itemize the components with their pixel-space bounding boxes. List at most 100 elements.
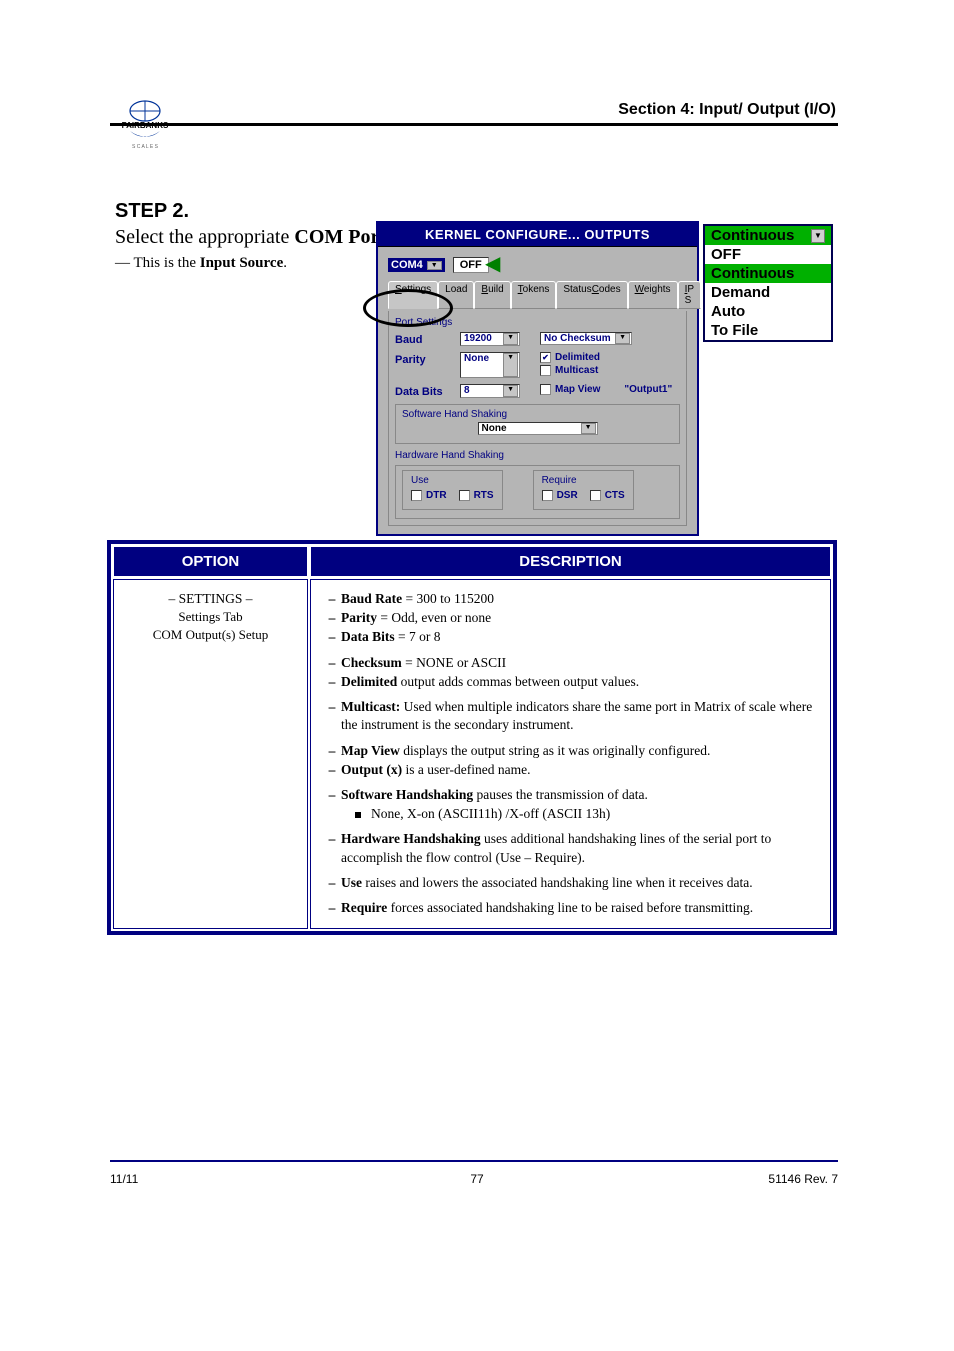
desc-row: –Hardware Handshaking uses additional ha… [323, 830, 818, 866]
desc-row: –Map View displays the output string as … [323, 742, 818, 760]
dropdown-item-continuous[interactable]: Continuous [705, 264, 831, 283]
hardware-handshaking-group: Use DTR RTS Require DSR CTS [395, 465, 680, 519]
com-port-value: COM4 [391, 259, 423, 271]
chevron-down-icon[interactable]: ▼ [427, 261, 442, 270]
desc-row: –Delimited output adds commas between ou… [323, 673, 818, 691]
arrow-icon: ◀ [485, 251, 500, 276]
description-cell: –Baud Rate = 300 to 115200–Parity = Odd,… [310, 579, 831, 929]
chevron-down-icon[interactable]: ▼ [503, 353, 518, 377]
checkbox-icon[interactable] [540, 384, 551, 395]
delimited-row[interactable]: ✔ Delimited [540, 352, 680, 363]
section-title: Section 4: Input/ Output (I/O) [618, 101, 836, 119]
checkbox-icon[interactable] [542, 490, 553, 501]
tab-settings[interactable]: Settings [388, 281, 438, 309]
step-sub-bold: Input Source [200, 255, 284, 271]
baud-select[interactable]: 19200 ▼ [460, 332, 520, 346]
parity-value: None [464, 353, 489, 377]
output-mode-dropdown[interactable]: Continuous ▼ OFF Continuous Demand Auto … [703, 224, 833, 342]
use-label: Use [411, 475, 494, 486]
footer-divider [110, 1160, 838, 1162]
mapview-row[interactable]: Map View "Output1" [540, 384, 680, 395]
option-sub2: COM Output(s) Setup [126, 626, 295, 644]
dropdown-selected-text: Continuous [711, 227, 794, 244]
mapview-label: Map View [555, 384, 600, 395]
desc-row: –Multicast: Used when multiple indicator… [323, 698, 818, 734]
header-divider [110, 123, 838, 126]
desc-row: –Software Handshaking pauses the transmi… [323, 786, 818, 804]
chevron-down-icon[interactable]: ▼ [615, 333, 630, 344]
checksum-select[interactable]: No Checksum ▼ [540, 332, 632, 345]
require-label: Require [542, 475, 625, 486]
desc-row: –Data Bits = 7 or 8 [323, 628, 818, 646]
software-handshaking-select[interactable]: None ▼ [478, 422, 598, 435]
require-group: Require DSR CTS [533, 470, 634, 510]
step-label: STEP 2. [115, 200, 189, 223]
software-handshaking-group: Software Hand Shaking None ▼ [395, 404, 680, 444]
tab-load[interactable]: Load [438, 281, 474, 309]
checkbox-icon[interactable] [540, 365, 551, 376]
mode-value[interactable]: OFF [453, 257, 489, 273]
option-cell: – – SETTINGS –SETTINGS – Settings Tab CO… [113, 579, 308, 929]
delimited-label: Delimited [555, 352, 600, 363]
step-sub-pre: — This is the [115, 255, 200, 271]
desc-row: –Baud Rate = 300 to 115200 [323, 590, 818, 608]
step-line1-bold: COM Port [294, 226, 386, 248]
chevron-down-icon[interactable]: ▼ [581, 423, 596, 434]
tab-statuscodes[interactable]: StatusCodes [556, 281, 627, 309]
desc-row: –Checksum = NONE or ASCII [323, 654, 818, 672]
chevron-down-icon[interactable]: ▼ [811, 229, 825, 243]
option-sub1: Settings Tab [126, 608, 295, 626]
footer-rev: 51146 Rev. 7 [768, 1172, 838, 1186]
chevron-down-icon[interactable]: ▼ [503, 333, 518, 345]
desc-row: –Require forces associated handshaking l… [323, 899, 818, 917]
parity-label: Parity [395, 352, 450, 378]
tab-build[interactable]: Build [474, 281, 510, 309]
col-option: OPTION [113, 546, 308, 577]
dropdown-item-tofile[interactable]: To File [705, 321, 831, 340]
dropdown-item-demand[interactable]: Demand [705, 283, 831, 302]
tab-weights[interactable]: Weights [628, 281, 678, 309]
desc-row: –Parity = Odd, even or none [323, 609, 818, 627]
rts-checkbox[interactable]: RTS [459, 490, 494, 501]
com-port-select[interactable]: COM4 ▼ [388, 258, 445, 272]
dropdown-item-auto[interactable]: Auto [705, 302, 831, 321]
parity-select[interactable]: None ▼ [460, 352, 520, 378]
desc-row: –Output (x) is a user-defined name. [323, 761, 818, 779]
tabs: Settings Load Build Tokens StatusCodes W… [388, 281, 687, 309]
step-sub-post: . [283, 255, 287, 271]
dropdown-item-off[interactable]: OFF [705, 245, 831, 264]
checksum-value: No Checksum [544, 333, 611, 344]
tab-tokens[interactable]: Tokens [511, 281, 557, 309]
multicast-row[interactable]: Multicast [540, 365, 680, 376]
col-description: DESCRIPTION [310, 546, 831, 577]
use-group: Use DTR RTS [402, 470, 503, 510]
databits-value: 8 [464, 385, 470, 397]
dtr-checkbox[interactable]: DTR [411, 490, 447, 501]
step-description: Select the appropriate COM Port. — This … [115, 226, 391, 272]
baud-label: Baud [395, 332, 450, 346]
svg-text:S C A L E S: S C A L E S [132, 144, 159, 150]
dialog-title: KERNEL CONFIGURE... OUTPUTS [378, 223, 697, 246]
dsr-checkbox[interactable]: DSR [542, 490, 578, 501]
desc-sub-bullet: None, X-on (ASCII11h) /X-off (ASCII 13h) [323, 805, 818, 823]
hardware-handshaking-label: Hardware Hand Shaking [395, 450, 680, 461]
databits-label: Data Bits [395, 384, 450, 398]
checkbox-icon[interactable] [459, 490, 470, 501]
software-handshaking-value: None [482, 423, 507, 434]
tab-ips[interactable]: IP S [678, 281, 701, 309]
checkbox-icon[interactable] [411, 490, 422, 501]
software-handshaking-label: Software Hand Shaking [402, 409, 673, 420]
desc-row: –Use raises and lowers the associated ha… [323, 874, 818, 892]
baud-value: 19200 [464, 333, 492, 345]
table-row: – – SETTINGS –SETTINGS – Settings Tab CO… [113, 579, 831, 929]
chevron-down-icon[interactable]: ▼ [503, 385, 518, 397]
checkbox-icon[interactable] [590, 490, 601, 501]
step-line1-pre: Select the appropriate [115, 226, 294, 248]
dropdown-selected[interactable]: Continuous ▼ [705, 226, 831, 245]
checkbox-checked-icon[interactable]: ✔ [540, 352, 551, 363]
output-name: "Output1" [624, 384, 672, 395]
options-table: OPTION DESCRIPTION – – SETTINGS –SETTING… [107, 540, 837, 935]
cts-checkbox[interactable]: CTS [590, 490, 625, 501]
databits-select[interactable]: 8▼ [460, 384, 520, 398]
port-settings-label: Port Settings [395, 317, 680, 328]
